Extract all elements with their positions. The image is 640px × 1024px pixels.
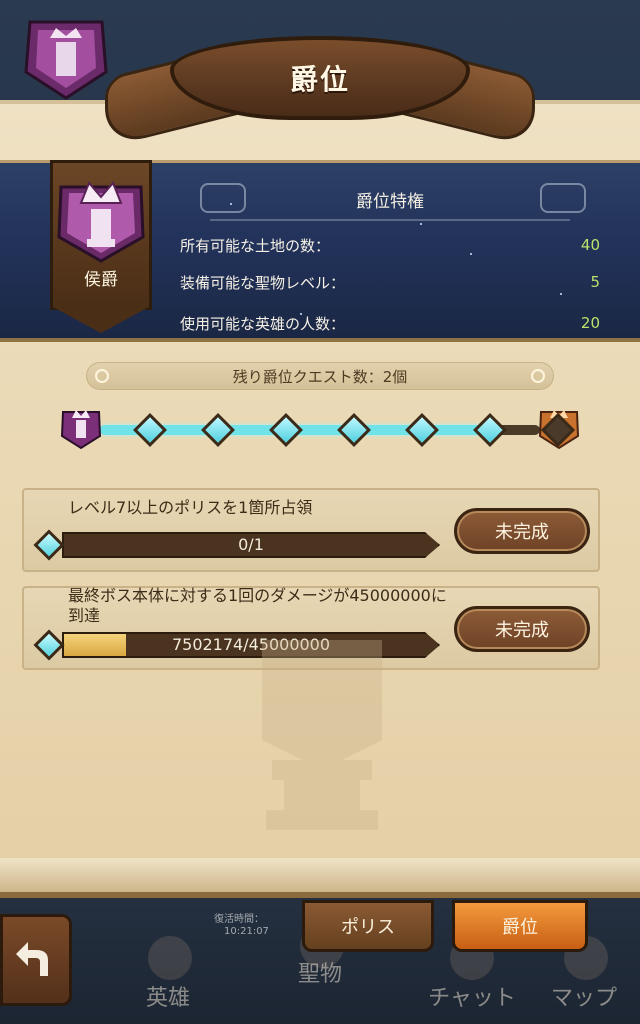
ornament-icon [95, 369, 109, 383]
nav-relics-label: 聖物 [297, 962, 342, 987]
privilege-row-relic: 装備可能な聖物レベル： 5 [180, 268, 600, 296]
privilege-label: 所有可能な土地の数： [180, 236, 331, 255]
quest-diamond-icon [33, 529, 65, 561]
nav-heroes-label: 英雄 [145, 986, 190, 1011]
nav-chat-label: チャット [428, 986, 516, 1011]
quest-progress-bar: 0/1 [62, 532, 440, 558]
tab-rank[interactable]: 爵位 [452, 900, 588, 952]
title-banner: 爵位 [105, 28, 535, 148]
revive-time-label: 復活時間： [214, 914, 264, 925]
rank-banner: 侯爵 [50, 160, 152, 333]
quest-description: 最終ボス本体に対する1回のダメージが45000000に到達 [68, 586, 447, 625]
privilege-title: 爵位特権 [356, 192, 424, 212]
progress-node [405, 413, 439, 447]
quest-status-button[interactable]: 未完成 [454, 606, 590, 652]
progress-node [337, 413, 371, 447]
marquis-emblem-icon [57, 181, 145, 263]
progress-node [201, 413, 235, 447]
remaining-quests-pill: 残り爵位クエスト数：2個 [86, 362, 554, 390]
hero-icon [148, 936, 192, 980]
privilege-value: 20 [580, 314, 600, 332]
current-rank-emblem-icon [60, 410, 102, 450]
title-plate: 爵位 [170, 36, 470, 120]
panel-bottom-edge [0, 858, 640, 898]
quest-progress-text: 0/1 [238, 535, 264, 554]
progress-node [269, 413, 303, 447]
back-button[interactable] [0, 914, 72, 1006]
progress-node [133, 413, 167, 447]
revive-clock: 10:21:07 [224, 926, 269, 937]
nav-heroes[interactable]: 英雄 [118, 930, 218, 1024]
tab-polis[interactable]: ポリス [302, 900, 434, 952]
privilege-row-heroes: 使用可能な英雄の人数： 20 [180, 309, 600, 337]
quest-description: レベル7以上のポリスを1箇所占領 [68, 498, 313, 517]
progress-node [473, 413, 507, 447]
pedestal-watermark-icon [262, 640, 382, 830]
rank-progress-track [60, 410, 580, 450]
remaining-quests-text: 残り爵位クエスト数：2個 [232, 367, 408, 386]
ornament-icon [531, 369, 545, 383]
privilege-row-land: 所有可能な土地の数： 40 [180, 231, 600, 259]
rank-emblem-icon [20, 12, 112, 100]
privilege-value: 40 [580, 236, 600, 254]
quest-status-button[interactable]: 未完成 [454, 508, 590, 554]
nav-map-label: マップ [550, 986, 617, 1011]
privilege-label: 装備可能な聖物レベル： [180, 273, 346, 292]
quest-card: レベル7以上のポリスを1箇所占領 0/1 未完成 [22, 488, 600, 572]
quest-diamond-icon [33, 629, 65, 661]
rank-name: 侯爵 [84, 270, 118, 290]
privilege-divider [210, 219, 570, 221]
privilege-label: 使用可能な英雄の人数： [180, 314, 346, 333]
back-arrow-icon [16, 942, 48, 976]
privilege-value: 5 [590, 273, 600, 291]
page-title: 爵位 [289, 63, 350, 96]
